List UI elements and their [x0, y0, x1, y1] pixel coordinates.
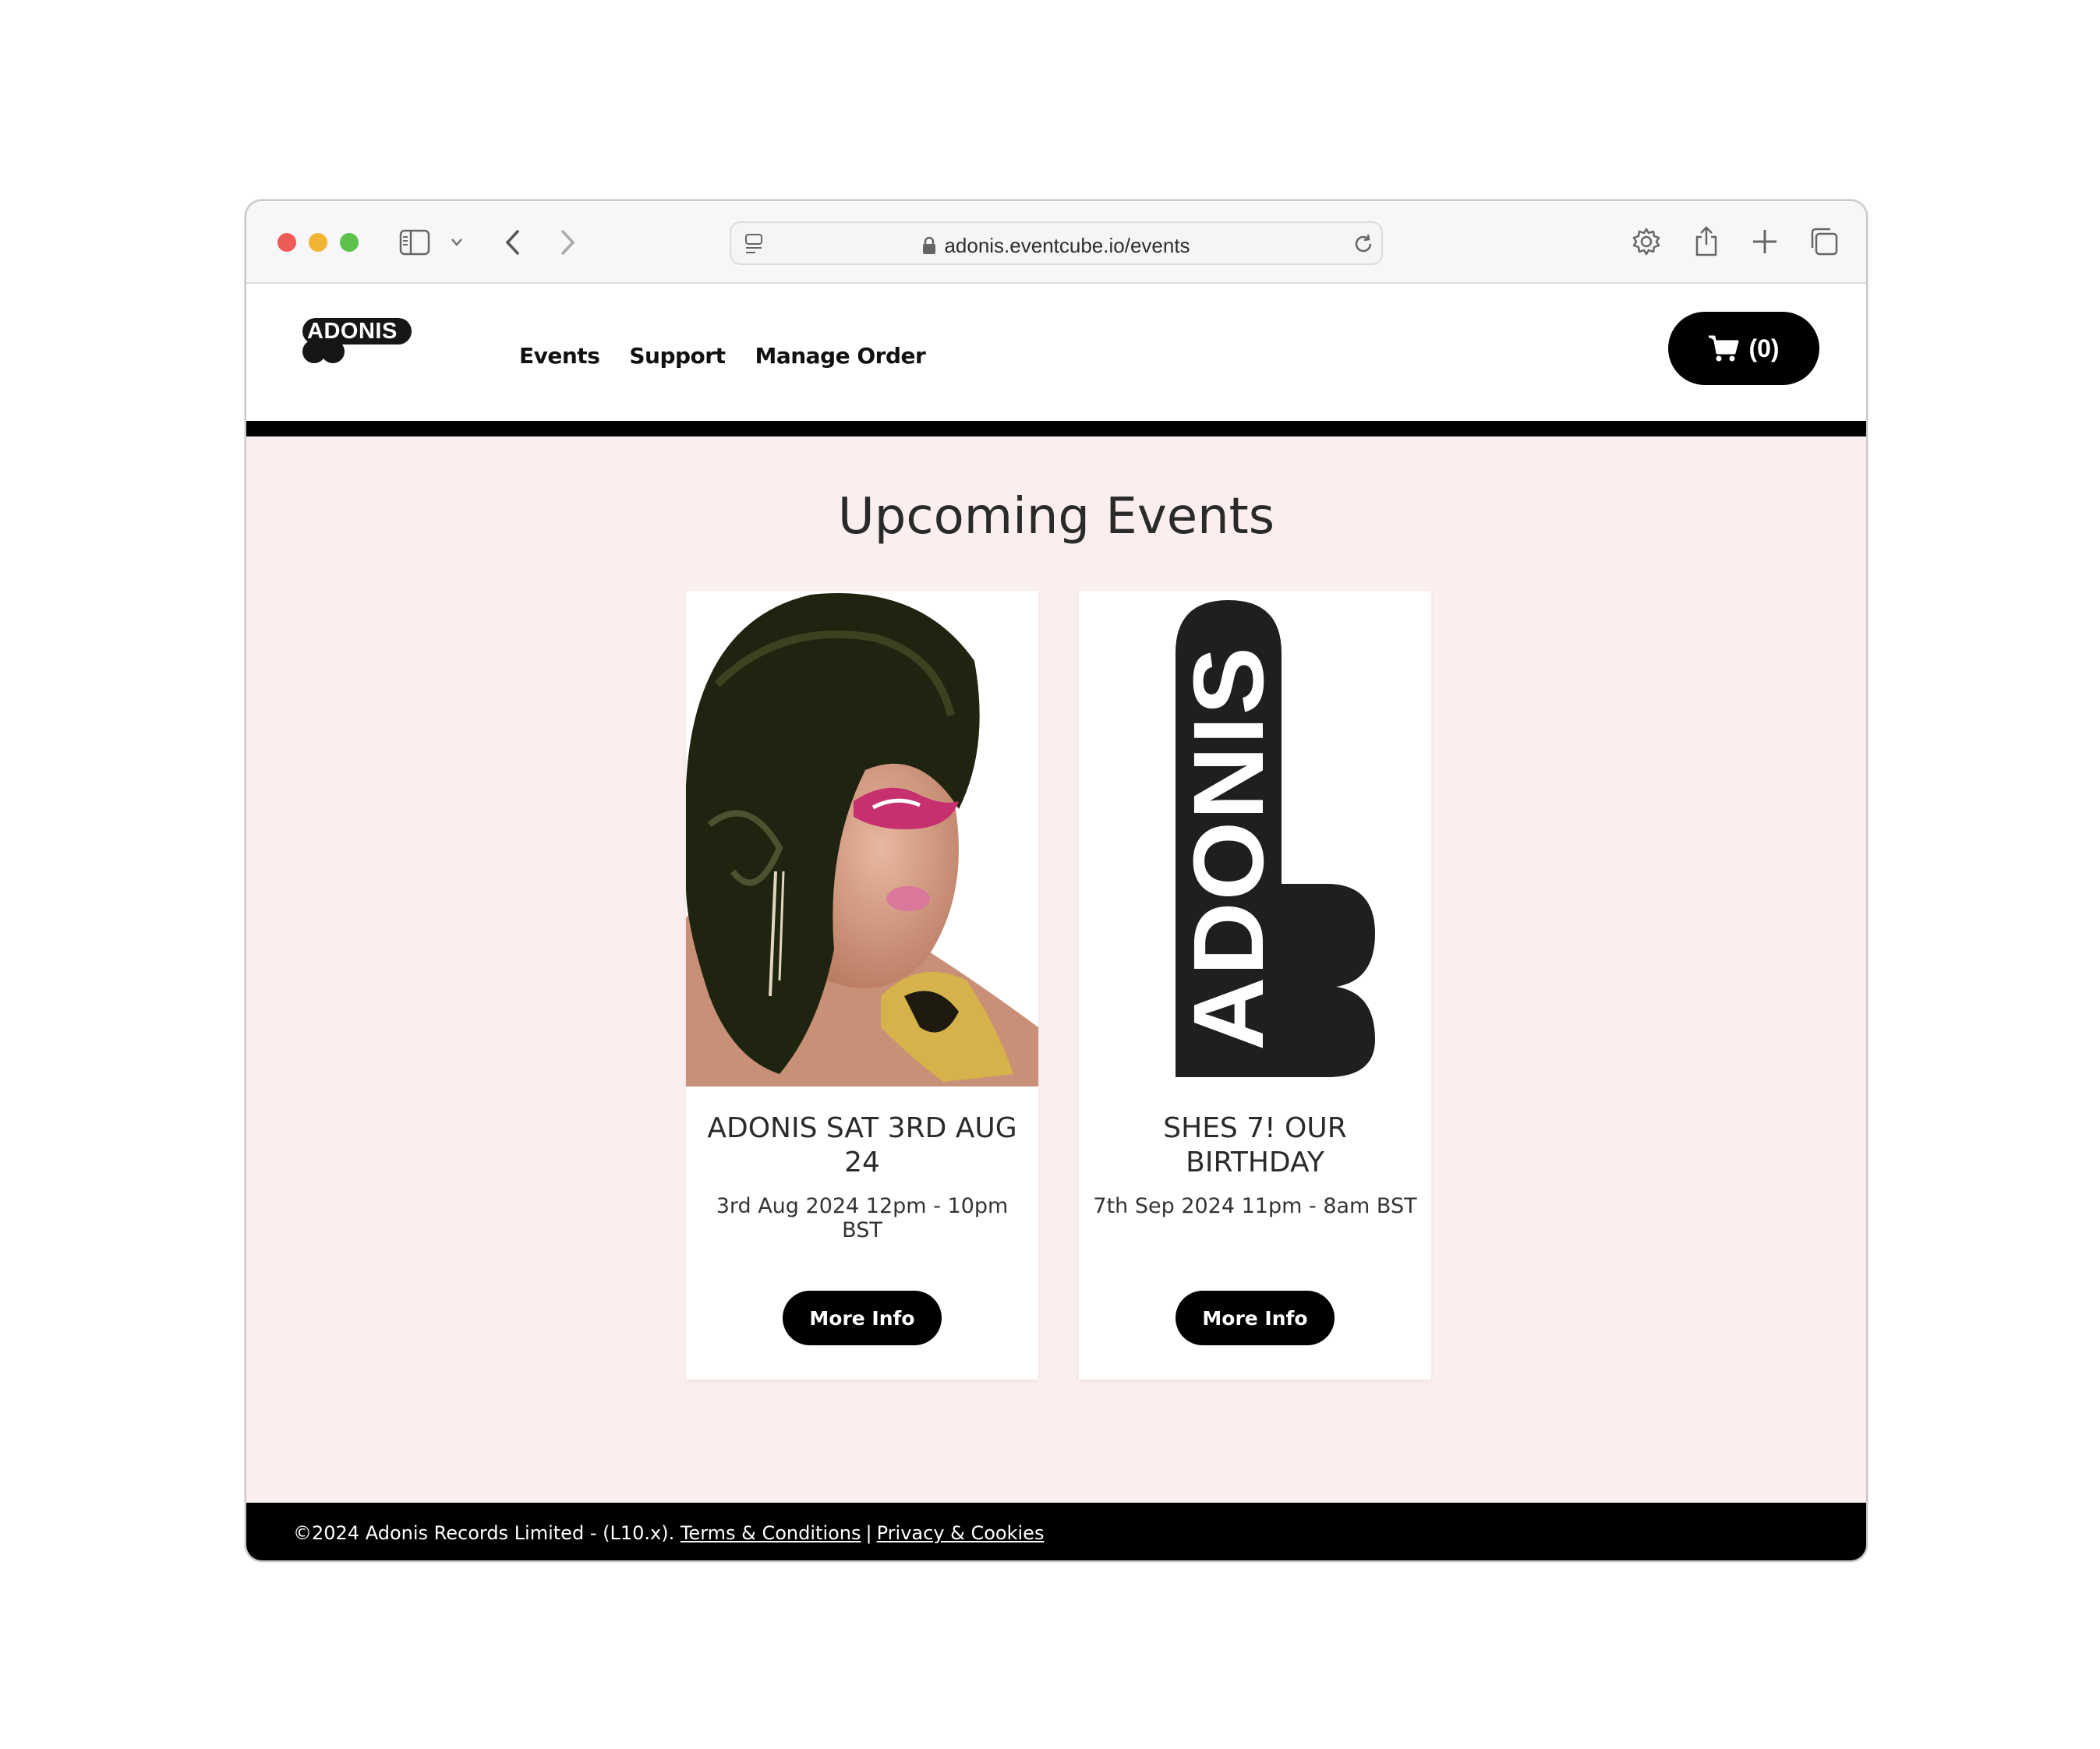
sidebar-icon[interactable]	[399, 229, 430, 256]
back-icon[interactable]	[504, 229, 522, 256]
privacy-link[interactable]: Privacy & Cookies	[877, 1522, 1045, 1544]
reload-icon[interactable]	[1352, 232, 1375, 256]
url-label: adonis.eventcube.io/events	[944, 234, 1190, 257]
site-footer: ©2024 Adonis Records Limited - (L10.x). …	[246, 1503, 1866, 1560]
url-text[interactable]: adonis.eventcube.io/events	[731, 234, 1381, 258]
tabs-overview-icon[interactable]	[1808, 226, 1840, 257]
event-title: ADONIS SAT 3RD AUG 24	[707, 1112, 1017, 1178]
page-title: Upcoming Events	[837, 488, 1275, 546]
cart-count: (0)	[1748, 334, 1780, 362]
share-icon[interactable]	[1693, 224, 1720, 257]
site-logo[interactable]: ADONIS	[302, 318, 412, 368]
event-image-portrait[interactable]	[686, 591, 1038, 1086]
event-date: 3rd Aug 2024 12pm - 10pm BST	[716, 1194, 1009, 1242]
cart-button[interactable]: (0)	[1668, 312, 1819, 385]
event-date: 7th Sep 2024 11pm - 8am BST	[1093, 1194, 1417, 1218]
chevron-down-icon[interactable]	[451, 237, 463, 248]
event-card[interactable]: ADONIS SHES 7! OUR BIRTHDAY 7th Sep 2024…	[1079, 591, 1431, 1380]
more-info-button[interactable]: More Info	[1176, 1291, 1335, 1345]
nav-manage-order[interactable]: Manage Order	[755, 343, 925, 369]
event-image-logo[interactable]: ADONIS	[1079, 591, 1431, 1086]
main-nav: Events Support Manage Order	[519, 343, 926, 369]
lock-icon	[923, 236, 936, 254]
main-content: Upcoming Events ADONIS SAT 3RD AUG 24 3r…	[246, 436, 1866, 1503]
header-divider	[246, 421, 1866, 436]
nav-support[interactable]: Support	[629, 343, 726, 369]
event-image-logo-text: ADONIS	[1173, 645, 1285, 1051]
logo-shape	[321, 340, 345, 363]
settings-icon[interactable]	[1631, 226, 1662, 257]
maximize-window-button[interactable]	[340, 233, 359, 252]
minimize-window-button[interactable]	[309, 233, 327, 252]
address-bar[interactable]: adonis.eventcube.io/events	[730, 221, 1383, 265]
cart-icon	[1709, 335, 1739, 362]
event-title: SHES 7! OUR BIRTHDAY	[1163, 1112, 1347, 1178]
footer-separator: |	[865, 1522, 872, 1544]
event-card[interactable]: ADONIS SAT 3RD AUG 24 3rd Aug 2024 12pm …	[686, 591, 1038, 1380]
new-tab-icon[interactable]	[1751, 228, 1779, 256]
forward-icon[interactable]	[558, 229, 577, 256]
browser-window: adonis.eventcube.io/events ADONIS Events…	[245, 200, 1868, 1562]
site-header: ADONIS Events Support Manage Order (0)	[246, 284, 1866, 421]
nav-events[interactable]: Events	[519, 343, 600, 369]
more-info-button[interactable]: More Info	[783, 1291, 942, 1345]
footer-copyright: ©2024 Adonis Records Limited - (L10.x).	[293, 1522, 675, 1544]
close-window-button[interactable]	[278, 233, 296, 252]
browser-toolbar: adonis.eventcube.io/events	[246, 201, 1866, 284]
terms-link[interactable]: Terms & Conditions	[681, 1522, 861, 1544]
